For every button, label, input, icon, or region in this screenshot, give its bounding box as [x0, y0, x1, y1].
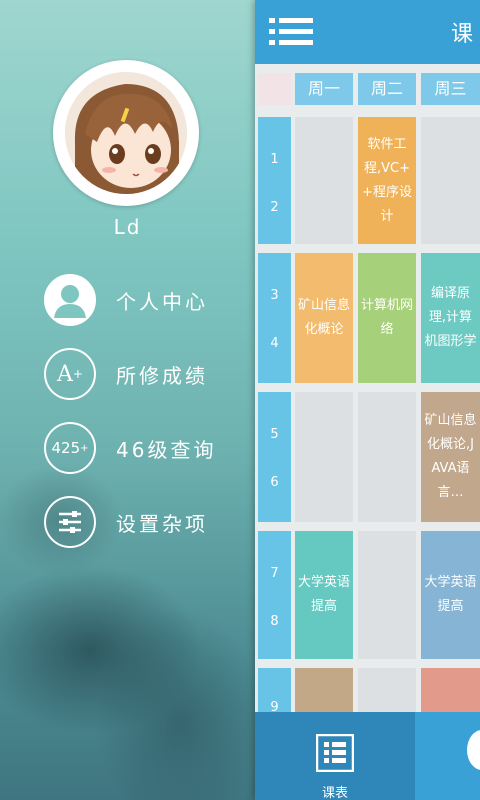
empty-slot[interactable] [358, 392, 416, 522]
bottom-navigation: 课表 [255, 712, 480, 800]
period-number: 6 [270, 475, 279, 490]
person-icon [44, 274, 96, 326]
course-cell[interactable]: 矿山信息化概论,JAVA语言… [421, 392, 480, 522]
username: Ld [113, 215, 142, 239]
period-block-5-6: 5 6 [258, 392, 291, 522]
empty-slot[interactable] [358, 531, 416, 659]
timetable-grid: 周一 周二 周三 1 2 3 4 5 6 7 8 9 软件工程,VC++程序设计… [255, 70, 480, 728]
period-number: 7 [270, 566, 279, 581]
period-number: 8 [270, 614, 279, 629]
period-block-1-2: 1 2 [258, 117, 291, 244]
menu-item-grades[interactable]: A + 所修成绩 [44, 346, 244, 402]
period-number: 5 [270, 427, 279, 442]
period-block-3-4: 3 4 [258, 253, 291, 383]
grade-a-plus-icon: A + [44, 348, 96, 400]
day-header-wed: 周三 [421, 73, 480, 105]
menu-label-cet-query: 46级查询 [116, 437, 217, 462]
timetable-icon [316, 734, 354, 772]
grade-icon-letter: A [57, 361, 73, 387]
course-cell[interactable]: 矿山信息化概论 [295, 253, 353, 383]
empty-slot[interactable] [295, 392, 353, 522]
grade-icon-plus: + [72, 367, 83, 381]
empty-slot[interactable] [295, 117, 353, 244]
menu-label-settings: 设置杂项 [116, 511, 208, 536]
main-panel: 课 周一 周二 周三 1 2 3 4 5 6 7 8 9 软件工程,VC++程序… [255, 0, 480, 800]
page-title: 课 [451, 22, 474, 47]
period-number: 1 [270, 152, 279, 167]
course-cell[interactable]: 计算机网络 [358, 253, 416, 383]
menu-icon[interactable] [269, 16, 313, 48]
menu-item-settings[interactable]: 设置杂项 [44, 494, 244, 550]
day-header-mon: 周一 [295, 73, 353, 105]
period-number: 4 [270, 336, 279, 351]
course-cell[interactable]: 大学英语提高 [295, 531, 353, 659]
tab-label-timetable: 课表 [321, 786, 348, 800]
avatar-image [65, 72, 187, 194]
cet-425-icon: 425 + [44, 422, 96, 474]
menu-item-cet-query[interactable]: 425 + 46级查询 [44, 420, 244, 476]
day-header-tue: 周二 [358, 73, 416, 105]
course-cell[interactable]: 大学英语提高 [421, 531, 480, 659]
app-bar: 课 [255, 0, 480, 64]
avatar[interactable] [53, 60, 199, 206]
timetable-corner [258, 73, 291, 105]
second-tab-icon[interactable] [467, 730, 480, 770]
tab-timetable[interactable]: 课表 [255, 712, 415, 800]
period-number: 2 [270, 200, 279, 215]
cet-icon-plus: + [80, 442, 89, 454]
course-cell[interactable]: 软件工程,VC++程序设计 [358, 117, 416, 244]
empty-slot[interactable] [421, 117, 480, 244]
menu-label-profile: 个人中心 [116, 289, 208, 314]
period-number: 3 [270, 288, 279, 303]
settings-sliders-icon [44, 496, 96, 548]
course-cell[interactable]: 编译原理,计算机图形学 [421, 253, 480, 383]
navigation-drawer: Ld 个人中心 A + 所修成绩 425 + 46级查询 设置杂项 [0, 0, 255, 800]
menu-item-profile[interactable]: 个人中心 [44, 272, 244, 328]
menu-label-grades: 所修成绩 [116, 363, 208, 388]
period-block-7-8: 7 8 [258, 531, 291, 659]
cet-icon-number: 425 [51, 439, 81, 457]
